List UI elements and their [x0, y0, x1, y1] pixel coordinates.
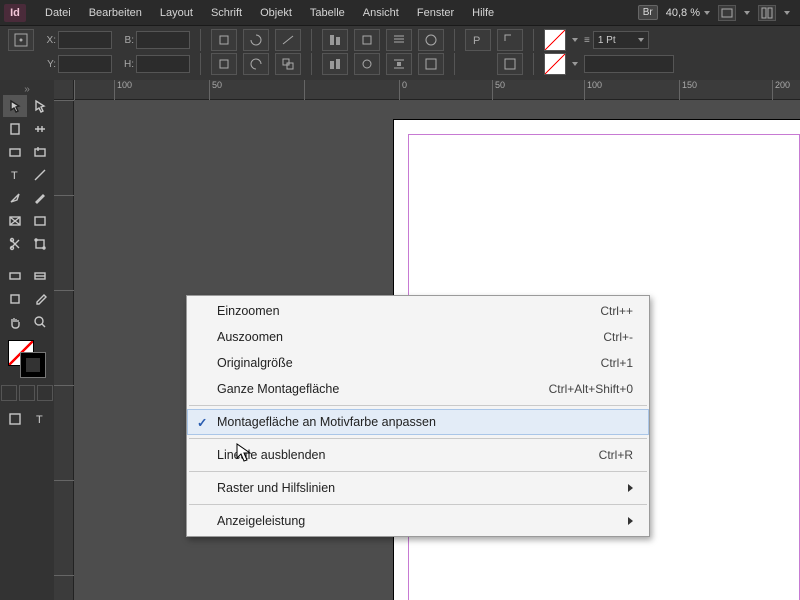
text-wrap-icon[interactable] [386, 29, 412, 51]
svg-text:T: T [11, 170, 18, 182]
toolbox: » T T [0, 80, 54, 600]
direct-selection-tool[interactable] [28, 95, 52, 117]
ctx-ganze-montagefl-che[interactable]: Ganze MontageflächeCtrl+Alt+Shift+0 [187, 376, 649, 402]
apply-color-icon[interactable] [1, 385, 17, 401]
apply-gradient-icon[interactable] [19, 385, 35, 401]
width-field[interactable] [136, 31, 190, 49]
rotate-icon[interactable] [243, 29, 269, 51]
rectangle-tool[interactable] [28, 210, 52, 232]
svg-text:P: P [473, 35, 480, 47]
control-bar: X: B: P ≡ 1 Pt Y: H: [0, 26, 800, 81]
note-tool[interactable] [3, 288, 27, 310]
scissors-tool[interactable] [3, 233, 27, 255]
x-field[interactable] [58, 31, 112, 49]
fill-swatch[interactable] [544, 29, 566, 51]
ctx-originalgr-e[interactable]: OriginalgrößeCtrl+1 [187, 350, 649, 376]
app-logo: Id [4, 4, 26, 22]
chevron-down-icon [572, 38, 578, 42]
horizontal-ruler[interactable]: 10050050100150200 [74, 80, 800, 100]
menu-fenster[interactable]: Fenster [408, 0, 463, 26]
height-field[interactable] [136, 55, 190, 73]
ruler-origin[interactable] [54, 80, 74, 100]
chevron-down-icon [572, 62, 578, 66]
stroke-weight-field[interactable]: 1 Pt [593, 31, 649, 49]
content-collector-tool[interactable] [3, 141, 27, 163]
apply-none-icon[interactable] [37, 385, 53, 401]
paragraph-style-icon[interactable]: P [465, 29, 491, 51]
page-tool[interactable] [3, 118, 27, 140]
menu-tabelle[interactable]: Tabelle [301, 0, 354, 26]
h-label: H: [118, 59, 134, 70]
reference-point-icon[interactable] [8, 29, 34, 51]
ctx-lineale-ausblenden[interactable]: Lineale ausblendenCtrl+R [187, 442, 649, 468]
chevron-down-icon [744, 11, 750, 15]
align-bottom-icon[interactable] [322, 53, 348, 75]
context-menu: EinzoomenCtrl++AuszoomenCtrl+-Originalgr… [186, 295, 650, 537]
flip-horizontal-icon[interactable] [211, 29, 237, 51]
ctx-einzoomen[interactable]: EinzoomenCtrl++ [187, 298, 649, 324]
stroke-weight-icon: ≡ [584, 35, 590, 46]
menu-bearbeiten[interactable]: Bearbeiten [80, 0, 151, 26]
stroke-swatch[interactable] [544, 53, 566, 75]
x-label: X: [40, 35, 56, 46]
chevron-right-icon [628, 517, 633, 525]
stroke-style-field[interactable] [584, 55, 674, 73]
normal-view-icon[interactable] [3, 408, 27, 430]
chevron-down-icon [784, 11, 790, 15]
free-transform-tool[interactable] [28, 233, 52, 255]
opacity-icon[interactable] [418, 53, 444, 75]
menu-schrift[interactable]: Schrift [202, 0, 251, 26]
jump-text-icon[interactable] [386, 53, 412, 75]
wrap-icon[interactable] [354, 29, 380, 51]
scale-icon[interactable] [275, 53, 301, 75]
pen-tool[interactable] [3, 187, 27, 209]
content-placer-tool[interactable] [28, 141, 52, 163]
line-tool[interactable] [28, 164, 52, 186]
effects-icon[interactable] [418, 29, 444, 51]
svg-text:T: T [36, 414, 43, 426]
align-icon[interactable] [322, 29, 348, 51]
y-field[interactable] [58, 55, 112, 73]
vertical-ruler[interactable] [54, 100, 74, 600]
eyedropper-tool[interactable] [28, 288, 52, 310]
chevron-down-icon [704, 11, 710, 15]
menu-layout[interactable]: Layout [151, 0, 202, 26]
zoom-tool[interactable] [28, 311, 52, 333]
chevron-right-icon [628, 484, 633, 492]
flip-vertical-icon[interactable] [211, 53, 237, 75]
gradient-swatch-tool[interactable] [3, 265, 27, 287]
zoom-level-readout[interactable]: 40,8 % [666, 7, 710, 19]
rectangle-frame-tool[interactable] [3, 210, 27, 232]
menu-ansicht[interactable]: Ansicht [354, 0, 408, 26]
screen-mode-icon[interactable] [718, 5, 736, 21]
arrange-docs-icon[interactable] [758, 5, 776, 21]
preview-view-icon[interactable]: T [28, 408, 52, 430]
type-tool[interactable]: T [3, 164, 27, 186]
ctx-anzeigeleistung[interactable]: Anzeigeleistung [187, 508, 649, 534]
fill-stroke-proxy[interactable] [8, 340, 46, 378]
selection-tool[interactable] [3, 95, 27, 117]
pencil-tool[interactable] [28, 187, 52, 209]
gap-tool[interactable] [28, 118, 52, 140]
w-label: B: [118, 35, 134, 46]
gradient-feather-tool[interactable] [28, 265, 52, 287]
hand-tool[interactable] [3, 311, 27, 333]
y-label: Y: [40, 59, 56, 70]
object-style-icon[interactable] [497, 53, 523, 75]
menubar: Id DateiBearbeitenLayoutSchriftObjektTab… [0, 0, 800, 26]
ctx-auszoomen[interactable]: AuszoomenCtrl+- [187, 324, 649, 350]
ctx-montagefl-che-an-motivfarbe-an[interactable]: Montagefläche an Motivfarbe anpassen [187, 409, 649, 435]
shear-icon[interactable] [275, 29, 301, 51]
corner-options-icon[interactable] [497, 29, 523, 51]
menu-hilfe[interactable]: Hilfe [463, 0, 503, 26]
menu-datei[interactable]: Datei [36, 0, 80, 26]
menu-objekt[interactable]: Objekt [251, 0, 301, 26]
bridge-badge[interactable]: Br [638, 5, 658, 20]
wrap-around-icon[interactable] [354, 53, 380, 75]
ctx-raster-und-hilfslinien[interactable]: Raster und Hilfslinien [187, 475, 649, 501]
rotate-ccw-icon[interactable] [243, 53, 269, 75]
